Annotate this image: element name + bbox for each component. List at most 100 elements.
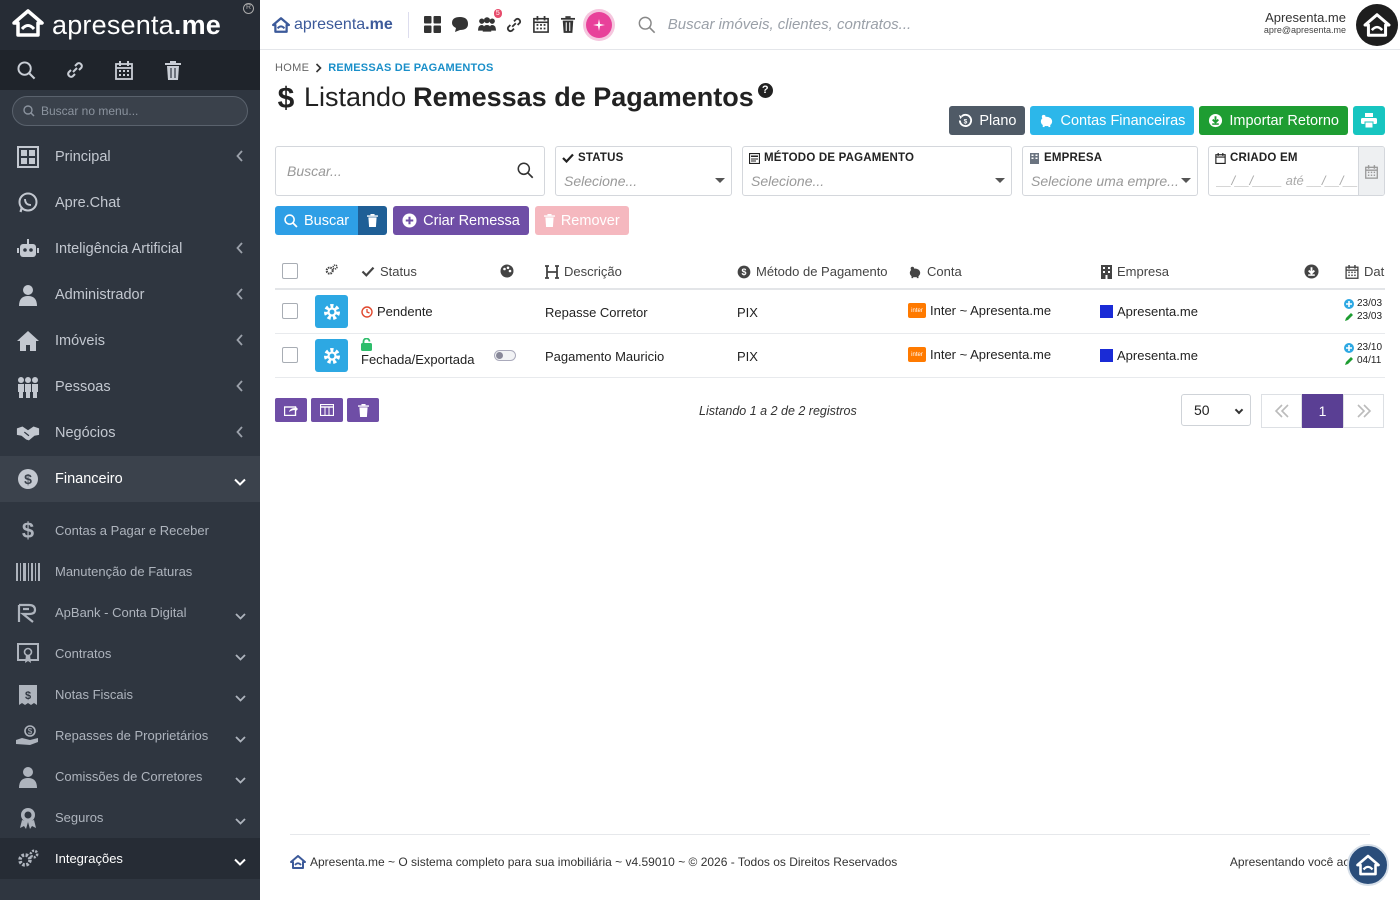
people-icon[interactable]: 5 xyxy=(477,8,502,34)
sidebar-item-label: Inteligência Artificial xyxy=(55,241,183,257)
sidebar-sub-label: Manutenção de Faturas xyxy=(55,564,193,579)
bulk-delete-button[interactable] xyxy=(347,398,379,422)
user-info[interactable]: Apresenta.me apre@apresenta.me xyxy=(1264,10,1346,35)
ai-sparkle-button[interactable] xyxy=(585,11,612,38)
data-column-header[interactable]: Dat xyxy=(1345,264,1384,279)
select-all-checkbox[interactable] xyxy=(282,263,298,279)
chat-bubble-icon[interactable] xyxy=(451,16,469,34)
sidebar-sub-comissoes[interactable]: Comissões de Corretores xyxy=(0,756,260,797)
sidebar-item-ia[interactable]: Inteligência Artificial xyxy=(0,226,260,272)
sidebar-sub-contas[interactable]: $ Contas a Pagar e Receber xyxy=(0,510,260,551)
sidebar-logo[interactable]: apresenta.me R xyxy=(0,0,260,50)
buscar-button[interactable]: Buscar xyxy=(275,206,359,235)
sidebar-sub-label: Integrações xyxy=(55,851,123,866)
sidebar-sub-seguros[interactable]: Seguros xyxy=(0,797,260,838)
plano-label: Plano xyxy=(979,112,1017,129)
sparkle-icon xyxy=(592,18,605,31)
criado-em-filter[interactable]: CRIADO EM __/__/____ até __/__/__ xyxy=(1208,146,1385,196)
export-button[interactable] xyxy=(275,398,307,422)
sidebar-sub-integracoes[interactable]: Integrações xyxy=(0,838,260,879)
trash-icon[interactable] xyxy=(559,16,577,34)
sidebar-item-financeiro[interactable]: $ Financeiro xyxy=(0,456,260,502)
trash-icon[interactable] xyxy=(163,60,183,80)
conta-column-header[interactable]: Conta xyxy=(908,264,962,279)
plus-circle-icon xyxy=(1344,298,1354,309)
sidebar-sub-contratos[interactable]: Contratos xyxy=(0,633,260,674)
sidebar-sub-apbank[interactable]: ApBank - Conta Digital xyxy=(0,592,260,633)
sidebar-sub-repasses[interactable]: $ Repasses de Proprietários xyxy=(0,715,260,756)
previous-page-button[interactable] xyxy=(1261,394,1302,428)
sidebar-search[interactable] xyxy=(12,96,248,126)
calendar-icon[interactable] xyxy=(114,60,134,80)
avatar[interactable] xyxy=(1356,4,1398,46)
row-actions-button[interactable] xyxy=(315,295,348,328)
per-page-select[interactable]: 50 xyxy=(1181,394,1251,426)
table-footer: Listando 1 a 2 de 2 registros 50 1 xyxy=(275,394,1385,432)
remover-button[interactable]: Remover xyxy=(534,206,629,235)
row-actions-button[interactable] xyxy=(315,339,348,372)
conta-header-label: Conta xyxy=(927,264,962,279)
listing-text: Listando 1 a 2 de 2 registros xyxy=(699,404,857,418)
sidebar-item-negocios[interactable]: Negócios xyxy=(0,410,260,456)
remover-label: Remover xyxy=(560,212,620,229)
support-chat-button[interactable] xyxy=(1347,844,1389,886)
calendar-picker-button[interactable] xyxy=(1358,147,1384,195)
columns-button[interactable] xyxy=(311,398,343,422)
topbar-logo[interactable]: apresenta.me xyxy=(272,16,393,34)
breadcrumb: HOME REMESSAS DE PAGAMENTOS xyxy=(275,62,494,74)
criar-remessa-button[interactable]: Criar Remessa xyxy=(393,206,529,235)
user-email: apre@apresenta.me xyxy=(1263,25,1346,35)
sidebar-item-pessoas[interactable]: Pessoas xyxy=(0,364,260,410)
dashboard-icon[interactable] xyxy=(424,16,442,34)
row-checkbox[interactable] xyxy=(282,347,298,363)
sidebar-item-imoveis[interactable]: Imóveis xyxy=(0,318,260,364)
help-icon[interactable]: ? xyxy=(757,83,773,98)
metodo-column-header[interactable]: $ Método de Pagamento xyxy=(737,264,888,279)
empresa-filter[interactable]: EMPRESA Selecione uma empre... xyxy=(1022,146,1198,196)
row-toggle[interactable] xyxy=(494,350,516,361)
plano-button[interactable]: $ Plano xyxy=(949,106,1026,135)
breadcrumb-home[interactable]: HOME xyxy=(275,62,309,74)
sidebar-item-aprechat[interactable]: Apre.Chat xyxy=(0,180,260,226)
link-icon[interactable] xyxy=(65,60,85,80)
descricao-column-header[interactable]: Descrição xyxy=(545,264,622,279)
sidebar-item-principal[interactable]: Principal xyxy=(0,134,260,180)
sidebar-sub-label: Seguros xyxy=(55,810,104,825)
sidebar-sub-faturas[interactable]: Manutenção de Faturas xyxy=(0,551,260,592)
remessas-table: Status Descrição $ Método de Pagamento Co… xyxy=(275,252,1385,378)
search-icon[interactable] xyxy=(517,162,534,179)
row-checkbox[interactable] xyxy=(282,303,298,319)
status-filter[interactable]: STATUS Selecione... xyxy=(555,146,732,196)
row-empresa: Apresenta.me xyxy=(1117,304,1198,319)
search-icon[interactable] xyxy=(16,60,36,80)
clear-filters-button[interactable] xyxy=(358,206,388,235)
sidebar-sub-label: Contas a Pagar e Receber xyxy=(55,523,209,538)
empresa-column-header[interactable]: Empresa xyxy=(1101,264,1169,279)
global-search-input[interactable] xyxy=(667,16,1168,33)
row-status: Fechada/Exportada xyxy=(361,352,475,367)
metodo-filter[interactable]: MÉTODO DE PAGAMENTO Selecione... xyxy=(742,146,1012,196)
topbar-logo-bold: .me xyxy=(365,15,393,33)
link-icon[interactable] xyxy=(505,16,523,34)
sidebar-search-input[interactable] xyxy=(41,104,231,118)
sidebar: apresenta.me R Principal Apre.Chat Intel… xyxy=(0,0,260,900)
history-icon: $ xyxy=(959,113,973,127)
page-button-current[interactable]: 1 xyxy=(1302,394,1343,428)
print-button[interactable] xyxy=(1353,106,1385,135)
gears-icon xyxy=(325,264,338,275)
filter-buttons: Buscar Criar Remessa Remover xyxy=(275,206,629,235)
table-row[interactable]: Fechada/Exportada Pagamento Mauricio PIX… xyxy=(275,334,1385,378)
table-row[interactable]: Pendente Repasse Corretor PIX inter Inte… xyxy=(275,290,1385,334)
search-filter[interactable]: Buscar... xyxy=(275,146,545,196)
status-column-header[interactable]: Status xyxy=(361,264,417,279)
calendar-icon[interactable] xyxy=(532,16,550,34)
sidebar-sub-notas[interactable]: $ Notas Fiscais xyxy=(0,674,260,715)
contas-financeiras-button[interactable]: Contas Financeiras xyxy=(1030,106,1195,135)
importar-retorno-button[interactable]: Importar Retorno xyxy=(1199,106,1348,135)
home-icon xyxy=(16,329,40,353)
sidebar-item-administrador[interactable]: Administrador xyxy=(0,272,260,318)
logo-house-icon xyxy=(1356,854,1380,876)
page-title: $ Listando Remessas de Pagamentos ? xyxy=(278,82,773,113)
next-page-button[interactable] xyxy=(1343,394,1384,428)
global-search[interactable] xyxy=(638,16,1168,34)
